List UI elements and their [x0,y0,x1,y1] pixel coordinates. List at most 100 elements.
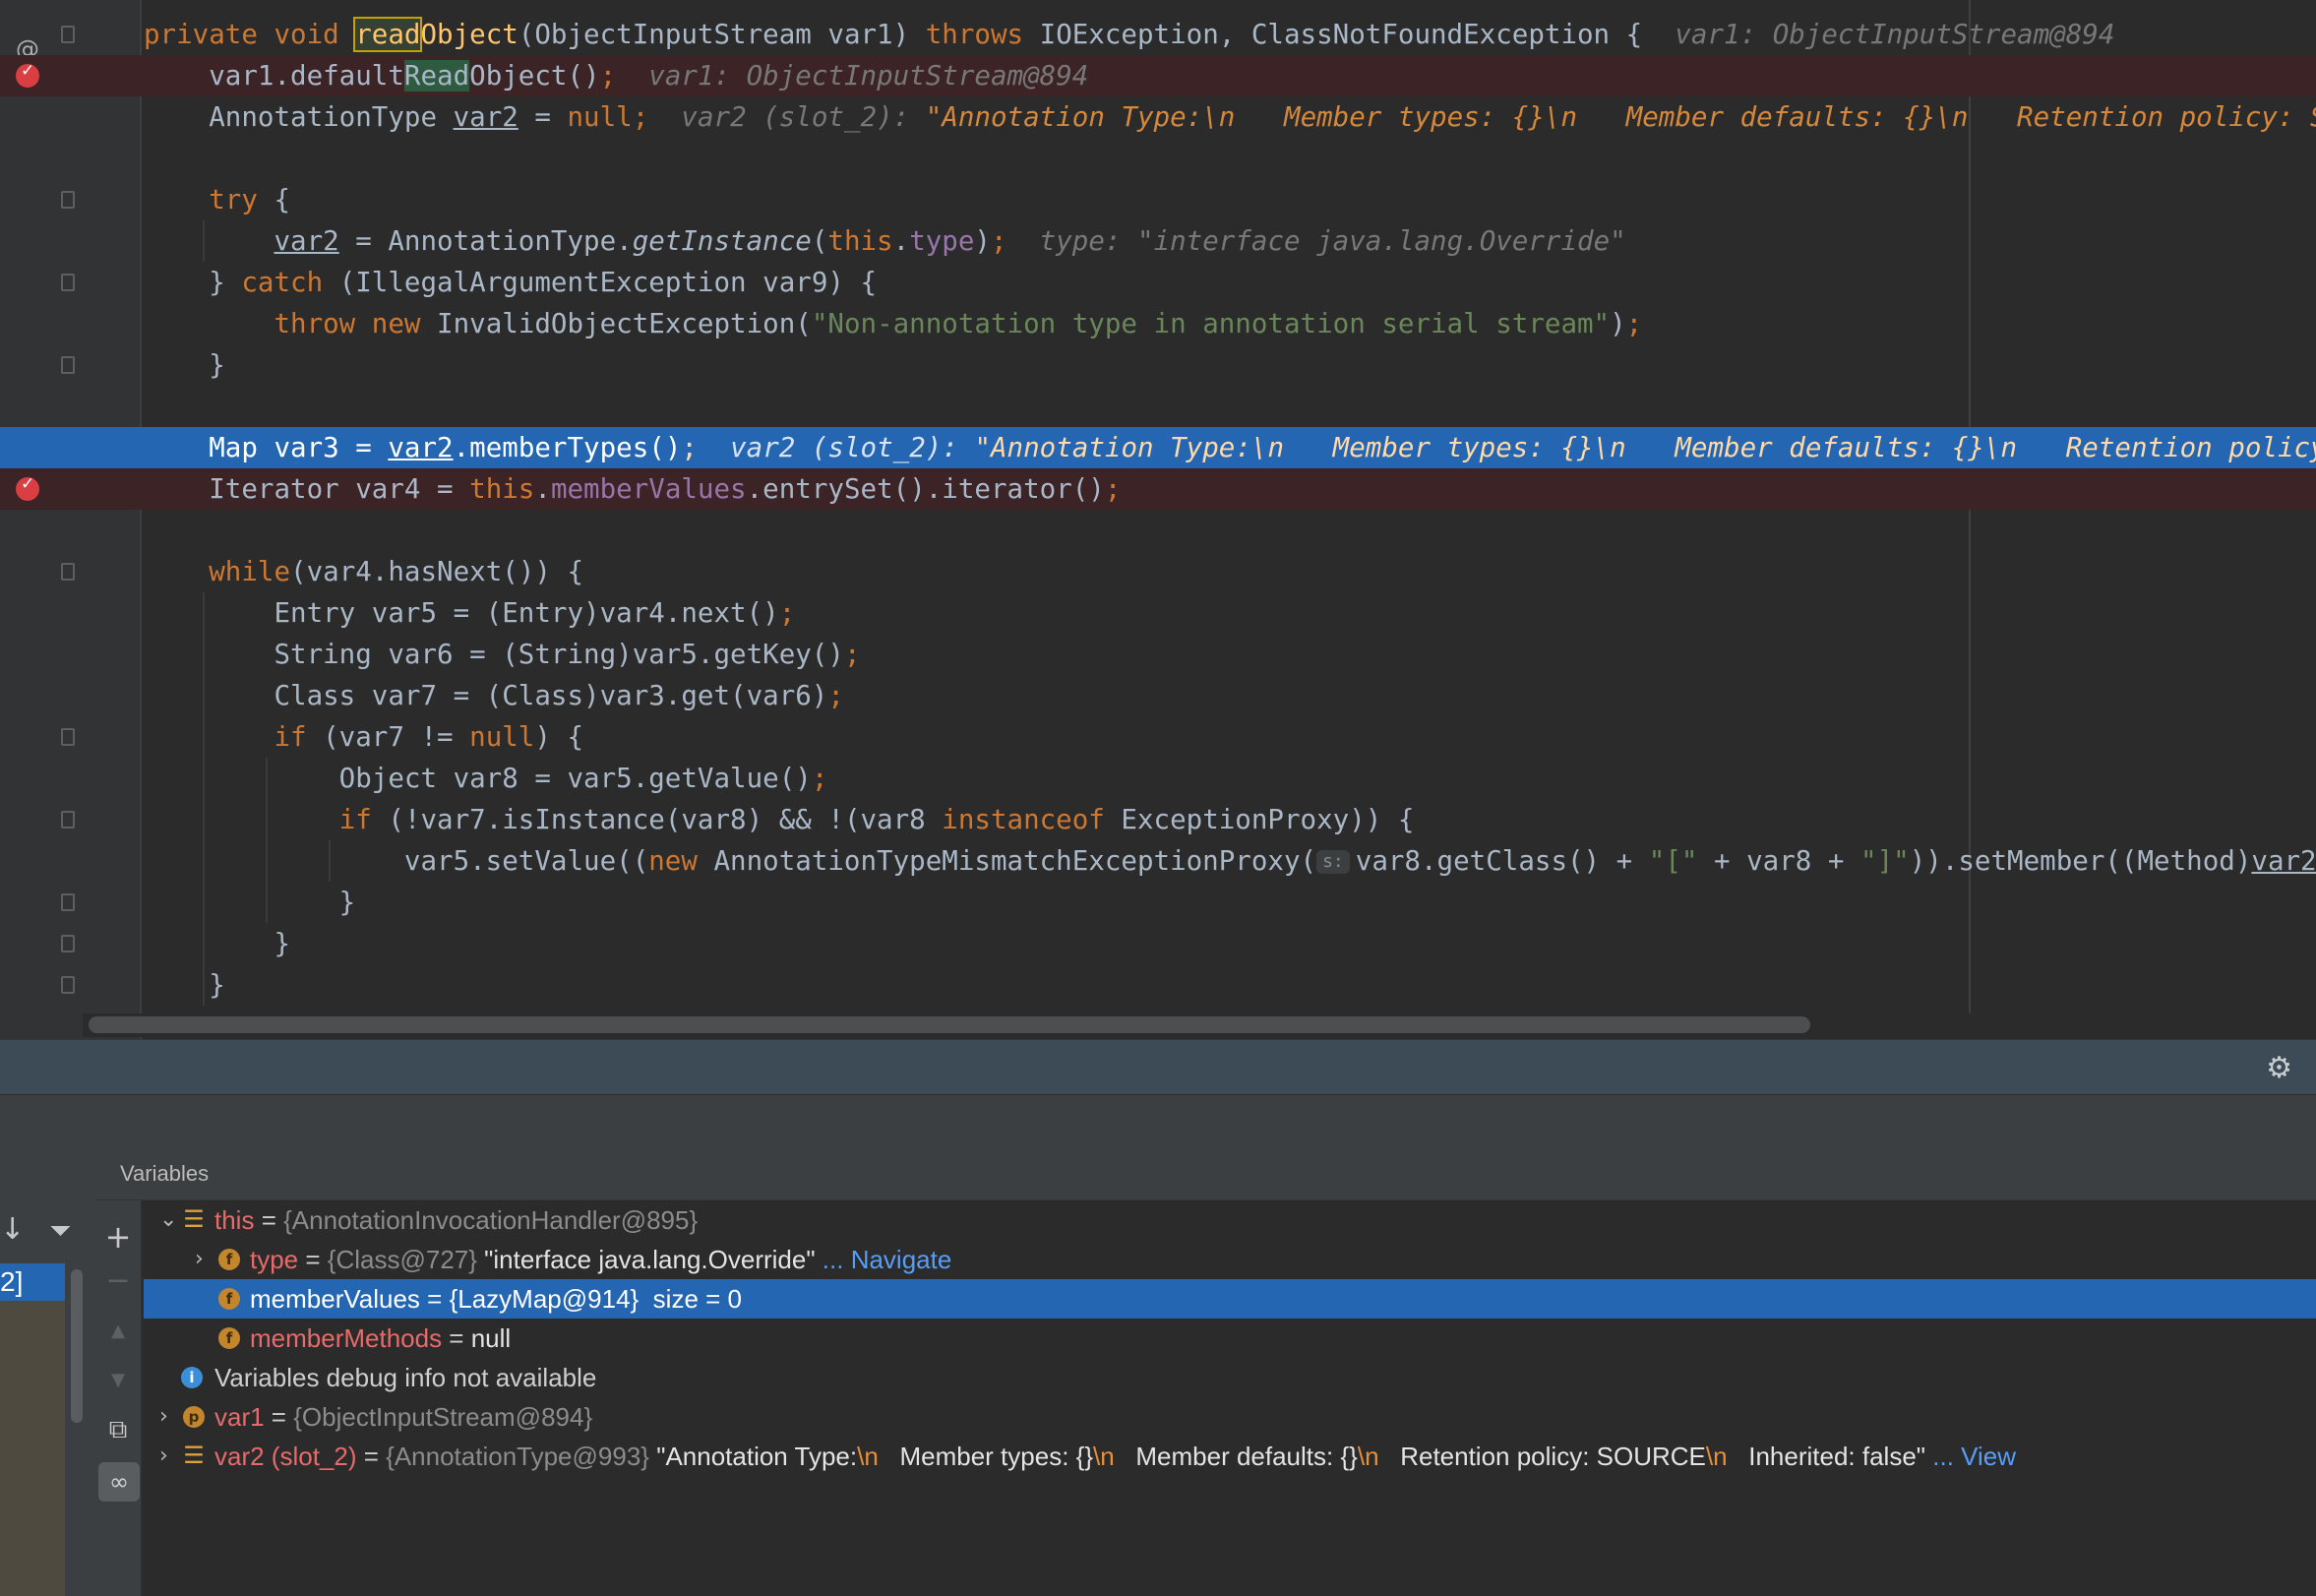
chevron-right-icon[interactable]: › [195,1240,204,1279]
current-execution-line[interactable]: Map var3 = var2.memberTypes(); var2 (slo… [0,427,2316,468]
fold-marker-icon[interactable] [61,563,75,581]
navigate-link[interactable]: ... View [1925,1442,2016,1471]
code-token: throws [925,19,1040,50]
fold-marker-icon[interactable] [61,893,75,911]
code-line[interactable]: if (!var7.isInstance(var8) && !(var8 ins… [0,799,2316,840]
code-token: this [827,225,893,257]
filter-icon[interactable]: ⏷ [49,1214,71,1248]
variable-type: {AnnotationType@993} [386,1442,649,1471]
variable-row[interactable]: ⌄ ☰ this = {AnnotationInvocationHandler@89… [144,1200,2316,1240]
fold-marker-icon[interactable] [61,274,75,291]
inline-value-hint: var2 (slot_2): [681,101,926,133]
code-line[interactable]: throw new InvalidObjectException("Non-an… [0,303,2316,344]
code-token: ) [1610,308,1626,339]
chevron-down-icon[interactable]: ⌄ [159,1200,177,1240]
chevron-right-icon[interactable]: › [159,1437,168,1476]
code-token: Object var8 = var5.getValue() [144,763,812,794]
code-line[interactable]: try { [0,179,2316,220]
glasses-icon[interactable]: ∞ [98,1462,140,1502]
variable-name: type [250,1245,299,1274]
move-up-button[interactable]: ▲ [94,1320,142,1341]
fold-marker-icon[interactable] [61,26,75,43]
inline-value-hint: "Annotation Type:\n Member types: {}\n M… [925,101,2316,133]
variable-row[interactable]: i Variables debug info not available [144,1358,2316,1397]
variable-row[interactable]: f memberValues = {LazyMap@914} size = 0 [144,1279,2316,1319]
breakpoint-icon[interactable] [16,474,39,501]
code-line-text: Object var8 = var5.getValue(); [144,758,828,799]
arrow-down-icon[interactable]: ↓ [0,1212,25,1247]
code-token: ; [599,60,617,92]
code-token: ; [1104,473,1122,505]
equals-sign: = [298,1245,328,1274]
code-line[interactable]: } [0,923,2316,964]
fold-marker-icon[interactable] [61,935,75,952]
code-line[interactable]: Class var7 = (Class)var3.get(var6); [0,675,2316,716]
variable-name: memberValues [250,1284,420,1314]
variables-title: Variables [120,1161,210,1186]
code-token: Class var7 = (Class)var3.get(var6) [144,680,828,711]
code-line[interactable]: } catch (IllegalArgumentException var9) … [0,262,2316,303]
code-line[interactable]: } [0,882,2316,923]
fold-marker-icon[interactable] [61,356,75,374]
code-line[interactable]: String var6 = (String)var5.getKey(); [0,634,2316,675]
code-line[interactable]: AnnotationType var2 = null; var2 (slot_2… [0,96,2316,138]
code-line[interactable]: var2 = AnnotationType.getInstance(this.t… [0,220,2316,262]
code-token: ; [681,432,698,463]
code-line-text: } catch (IllegalArgumentException var9) … [144,262,877,303]
code-token: . [534,473,551,505]
parameter-icon: p [183,1406,205,1428]
code-token: (var7 != [323,721,470,753]
code-token: getInstance [632,225,812,257]
variable-row[interactable]: f memberMethods = null [144,1319,2316,1358]
code-line[interactable]: Object var8 = var5.getValue(); [0,758,2316,799]
variable-row[interactable]: › p var1 = {ObjectInputStream@894} [144,1397,2316,1437]
code-line-text: var1.defaultReadObject(); var1: ObjectIn… [144,55,1088,96]
code-line-text: } [144,344,225,386]
code-token: ; [843,639,861,670]
variables-tree[interactable]: ⌄ ☰ this = {AnnotationInvocationHandler@89… [144,1200,2316,1596]
selected-frame[interactable]: 2] [0,1263,65,1301]
fold-marker-icon[interactable] [61,811,75,829]
code-line[interactable] [0,510,2316,551]
frames-scrollbar[interactable] [71,1269,83,1423]
fold-marker-icon[interactable] [61,728,75,746]
code-line-text: } [144,882,356,923]
code-line[interactable]: } [0,964,2316,1006]
code-token: ; [811,763,828,794]
code-line[interactable]: if (var7 != null) { [0,716,2316,758]
breakpoint-icon[interactable] [16,61,39,88]
code-token: instanceof [942,804,1122,835]
navigate-link[interactable]: ... Navigate [816,1245,952,1274]
code-line[interactable]: while(var4.hasNext()) { [0,551,2316,592]
move-down-button[interactable]: ▼ [94,1370,142,1390]
code-line[interactable] [0,138,2316,179]
gear-icon[interactable]: ⚙ [2266,1051,2292,1085]
code-line[interactable]: Entry var5 = (Entry)var4.next(); [0,592,2316,634]
code-line[interactable] [0,386,2316,427]
code-line[interactable]: var5.setValue((new AnnotationTypeMismatc… [0,840,2316,882]
code-token: { [274,184,291,215]
code-line[interactable]: } [0,344,2316,386]
variable-value: Variables debug info not available [214,1363,597,1392]
breakpoint-line[interactable]: Iterator var4 = this.memberValues.entryS… [0,468,2316,510]
chevron-right-icon[interactable]: › [159,1397,168,1437]
breakpoint-line[interactable]: var1.defaultReadObject(); var1: ObjectIn… [0,55,2316,96]
variable-row[interactable]: › ☰ var2 (slot_2) = {AnnotationType@993} "… [144,1437,2316,1476]
fold-marker-icon[interactable] [61,976,75,994]
parameter-hint: s: [1316,850,1350,874]
debug-tabs-strip [0,1094,2316,1147]
variable-text: var1 = {ObjectInputStream@894} [214,1397,592,1437]
add-watch-button[interactable]: + [94,1218,142,1256]
horizontal-scrollbar-thumb[interactable] [89,1016,1810,1033]
code-token: ; [778,597,796,629]
variable-row[interactable]: › f type = {Class@727} "interface java.lan… [144,1240,2316,1279]
frames-list[interactable] [0,1301,65,1596]
fold-marker-icon[interactable] [61,191,75,209]
copy-icon[interactable]: ⧉ [94,1415,142,1445]
remove-watch-button[interactable]: − [94,1263,142,1298]
code-line[interactable]: private void readObject(ObjectInputStrea… [0,14,2316,55]
code-editor[interactable]: @ private void readObject(ObjectInputStr… [0,0,2316,1039]
